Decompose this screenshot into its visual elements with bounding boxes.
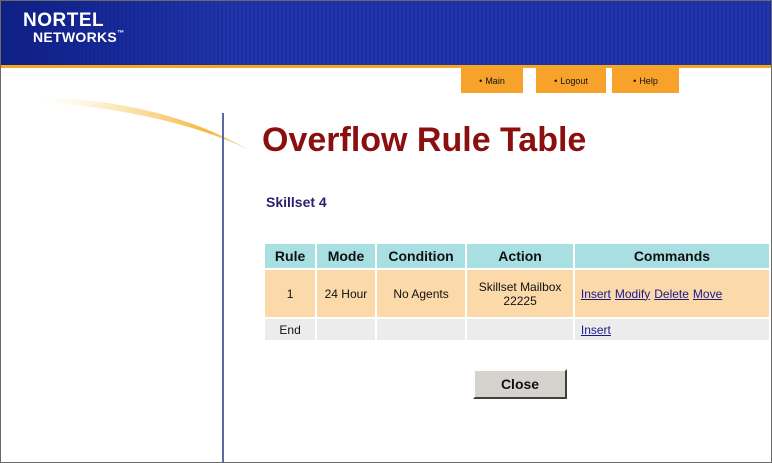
cell-condition bbox=[376, 319, 466, 340]
nav-help-label: Help bbox=[639, 75, 658, 86]
cell-mode: 24 Hour bbox=[317, 270, 375, 317]
vertical-divider bbox=[222, 113, 224, 462]
cell-commands: Insert bbox=[574, 319, 769, 340]
table-row: End Insert bbox=[265, 319, 769, 340]
overflow-rule-table: Rule Mode Condition Action Commands 1 24… bbox=[263, 242, 771, 342]
bullet-icon: • bbox=[554, 75, 558, 86]
insert-link[interactable]: Insert bbox=[581, 287, 611, 301]
skillset-label: Skillset 4 bbox=[266, 194, 327, 210]
delete-link[interactable]: Delete bbox=[654, 287, 689, 301]
table-row: 1 24 Hour No Agents Skillset Mailbox 222… bbox=[265, 270, 769, 317]
col-header-mode: Mode bbox=[317, 244, 375, 268]
nortel-logo: NORTEL NETWORKS™ bbox=[23, 11, 124, 44]
nav-main-button[interactable]: • Main bbox=[461, 68, 523, 93]
cell-rule: End bbox=[265, 319, 316, 340]
cell-condition: No Agents bbox=[376, 270, 466, 317]
move-link[interactable]: Move bbox=[693, 287, 722, 301]
logo-line1: NORTEL bbox=[23, 10, 105, 31]
table-header-row: Rule Mode Condition Action Commands bbox=[265, 244, 769, 268]
cell-action bbox=[467, 319, 573, 340]
nav-logout-label: Logout bbox=[560, 75, 588, 86]
bullet-icon: • bbox=[479, 75, 483, 86]
action-line1: Skillset Mailbox bbox=[478, 279, 562, 294]
close-button[interactable]: Close bbox=[473, 369, 567, 399]
logo-line2: NETWORKS™ bbox=[33, 30, 124, 44]
cell-mode bbox=[317, 319, 375, 340]
page-title: Overflow Rule Table bbox=[262, 121, 587, 159]
col-header-rule: Rule bbox=[265, 244, 316, 268]
insert-link[interactable]: Insert bbox=[581, 323, 611, 337]
logo-trademark: ™ bbox=[117, 30, 125, 37]
action-line2: 22225 bbox=[503, 293, 537, 308]
bullet-icon: • bbox=[633, 75, 637, 86]
nav-logout-button[interactable]: • Logout bbox=[536, 68, 606, 93]
logo-line2-text: NETWORKS bbox=[33, 29, 118, 45]
col-header-condition: Condition bbox=[376, 244, 466, 268]
modify-link[interactable]: Modify bbox=[615, 287, 650, 301]
col-header-action: Action bbox=[467, 244, 573, 268]
nav-help-button[interactable]: • Help bbox=[612, 68, 679, 93]
cell-action: Skillset Mailbox 22225 bbox=[467, 270, 573, 317]
col-header-commands: Commands bbox=[574, 244, 769, 268]
header-banner: NORTEL NETWORKS™ bbox=[1, 1, 771, 65]
browser-frame: NORTEL NETWORKS™ • Main • Logout • Help … bbox=[0, 0, 772, 463]
nav-main-label: Main bbox=[485, 75, 505, 86]
cell-commands: Insert Modify Delete Move bbox=[574, 270, 769, 317]
cell-rule: 1 bbox=[265, 270, 316, 317]
swoosh-decoration bbox=[31, 97, 251, 151]
